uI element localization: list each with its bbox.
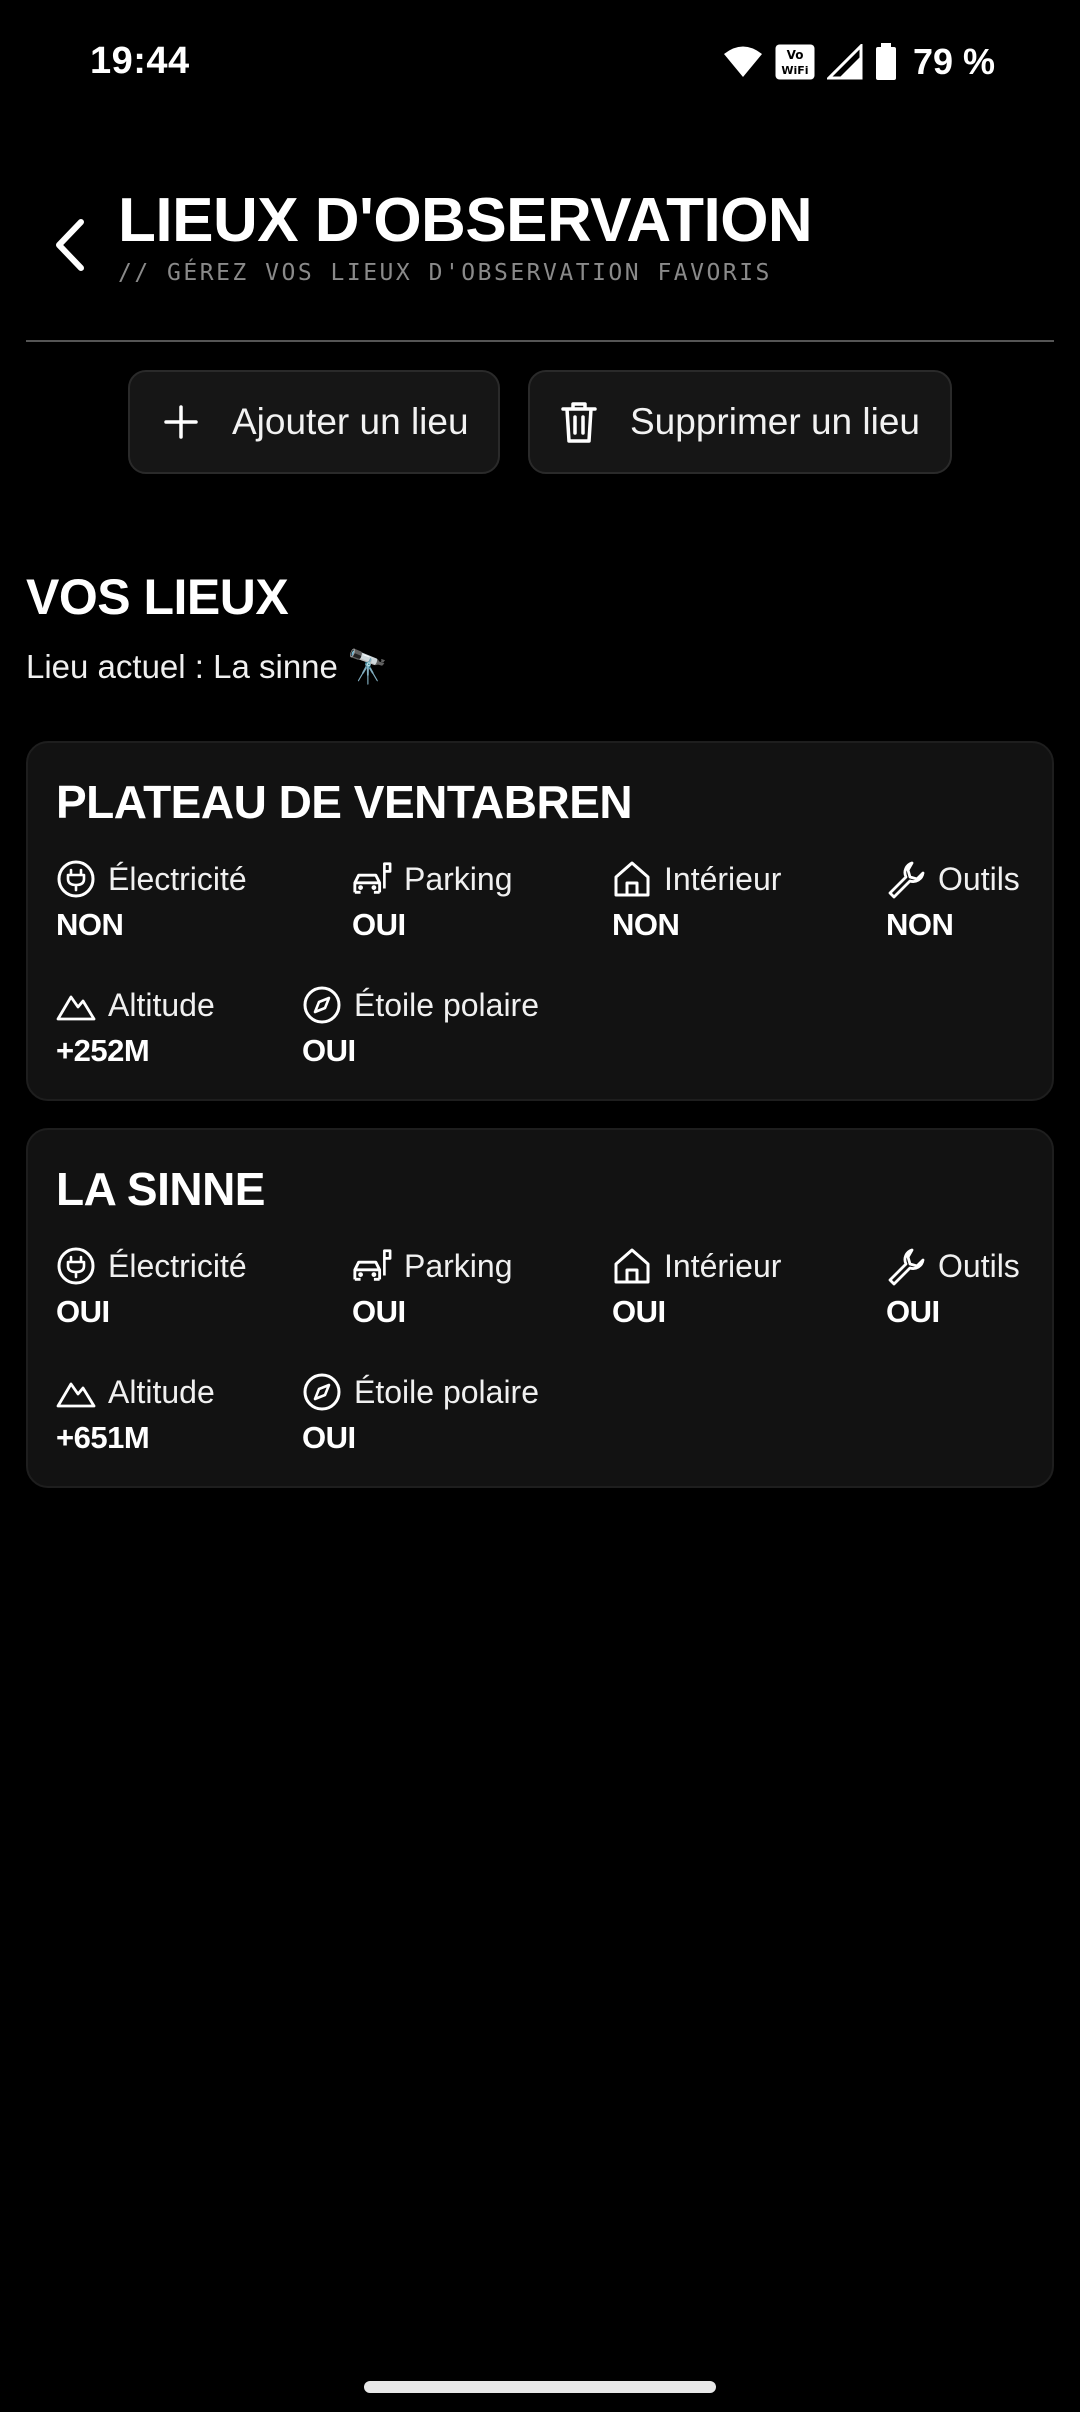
electricity-value: OUI [56,1294,110,1329]
header-divider [26,340,1054,342]
plus-icon [160,401,202,443]
battery-percent: 79 % [912,41,995,82]
electricity-attribute: Électricité OUI [56,1244,247,1330]
electricity-value: NON [56,907,124,942]
polaris-value: OUI [302,1420,356,1455]
altitude-attribute: Altitude +651M [56,1370,215,1456]
interior-value: OUI [612,1294,666,1329]
polaris-label: Étoile polaire [354,1373,539,1410]
tools-attribute: Outils OUI [886,1244,1020,1330]
parking-attribute: Parking OUI [352,1244,513,1330]
battery-icon [875,43,897,81]
home-indicator[interactable] [364,2381,716,2393]
polaris-attribute: Étoile polaire OUI [302,983,539,1069]
electricity-attribute: Électricité NON [56,857,247,943]
back-button[interactable] [40,212,100,282]
tools-attribute: Outils NON [886,857,1020,943]
delete-location-button[interactable]: Supprimer un lieu [528,370,952,474]
altitude-value: +252M [56,1033,150,1068]
interior-attribute: Intérieur OUI [612,1244,781,1330]
interior-value: NON [612,907,680,942]
plug-icon [56,859,96,899]
car-parking-icon [352,859,392,899]
altitude-attribute: Altitude +252M [56,983,215,1069]
delete-location-label: Supprimer un lieu [630,401,920,442]
compass-icon [302,1372,342,1412]
car-parking-icon [352,1246,392,1286]
signal-icon [826,44,863,80]
interior-label: Intérieur [664,1247,782,1284]
home-icon [612,859,652,899]
electricity-label: Électricité [108,1247,247,1284]
tools-value: NON [886,907,954,942]
chevron-left-icon [53,218,87,277]
wifi-icon [723,45,763,79]
svg-text:WiFi: WiFi [781,64,808,77]
mountain-icon [56,985,96,1025]
status-bar: 19:44 Vo WiFi 79 % [0,0,1080,125]
parking-value: OUI [352,1294,406,1329]
parking-attribute: Parking OUI [352,857,513,943]
parking-label: Parking [404,860,513,897]
tools-label: Outils [938,1247,1020,1284]
trash-icon [558,401,600,443]
altitude-value: +651M [56,1420,150,1455]
wrench-icon [886,859,926,899]
polaris-attribute: Étoile polaire OUI [302,1370,539,1456]
status-icons: Vo WiFi 79 % [723,40,995,84]
wrench-icon [886,1246,926,1286]
interior-label: Intérieur [664,860,782,897]
parking-label: Parking [404,1247,513,1284]
location-name: LA SINNE [56,1163,265,1215]
home-icon [612,1246,652,1286]
tools-label: Outils [938,860,1020,897]
location-card[interactable]: LA SINNE Électricité OUI Parking OUI Int… [26,1128,1054,1488]
section-title: VOS LIEUX [26,569,289,625]
svg-text:Vo: Vo [787,48,804,62]
polaris-value: OUI [302,1033,356,1068]
electricity-label: Électricité [108,860,247,897]
interior-attribute: Intérieur NON [612,857,781,943]
tools-value: OUI [886,1294,940,1329]
status-time: 19:44 [90,40,190,82]
page-subtitle: // GÉREZ VOS LIEUX D'OBSERVATION FAVORIS [118,260,772,286]
vowifi-icon: Vo WiFi [775,44,815,80]
parking-value: OUI [352,907,406,942]
current-location: Lieu actuel : La sinne 🔭 [26,648,389,685]
plug-icon [56,1246,96,1286]
add-location-button[interactable]: Ajouter un lieu [128,370,500,474]
add-location-label: Ajouter un lieu [232,401,469,442]
compass-icon [302,985,342,1025]
location-card[interactable]: PLATEAU DE VENTABREN Électricité NON Par… [26,741,1054,1101]
location-name: PLATEAU DE VENTABREN [56,776,633,828]
altitude-label: Altitude [108,986,215,1023]
mountain-icon [56,1372,96,1412]
altitude-label: Altitude [108,1373,215,1410]
polaris-label: Étoile polaire [354,986,539,1023]
page-title: LIEUX D'OBSERVATION [118,186,813,255]
